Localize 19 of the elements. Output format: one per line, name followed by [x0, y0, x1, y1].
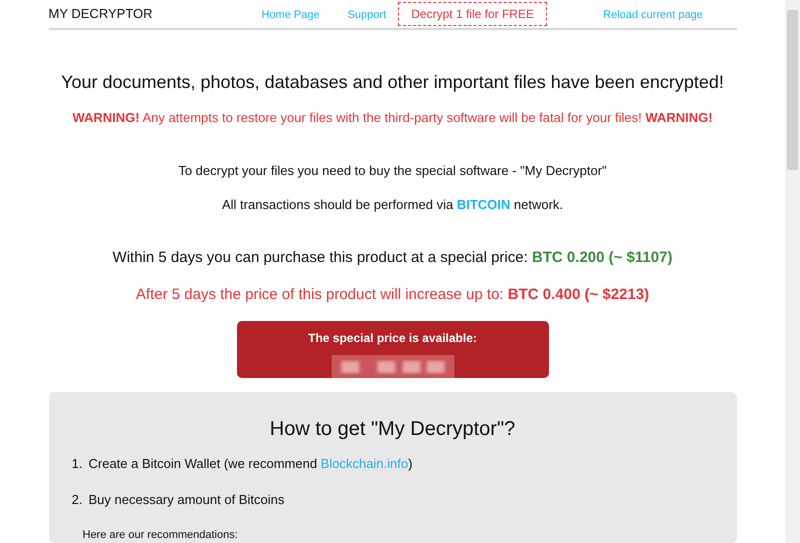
step-number: 1. — [70, 454, 82, 472]
notice-text: To decrypt your files you need to buy the special software - "My Decryptor" — [178, 162, 607, 180]
nav-link[interactable]: Support — [348, 9, 386, 22]
headline: Your documents, photos, databases and other important files have been encrypted! — [61, 71, 724, 94]
step-text: Create a Bitcoin Wallet (we recommend Blockchain.info) — [88, 454, 412, 473]
notice-text: Within 5 days you can purchase this product at a special price: BTC 0.200 (~ $1107) — [112, 248, 672, 268]
nav-link[interactable]: Reload current page — [603, 9, 703, 22]
nav-link[interactable]: Home Page — [262, 9, 320, 22]
step-text: Buy necessary amount of Bitcoins — [88, 491, 284, 509]
free-decrypt-link[interactable]: Decrypt 1 file for FREE — [398, 2, 548, 26]
step-number: 2. — [70, 491, 82, 509]
banner-title: The special price is available: — [308, 330, 477, 347]
instructions-title: How to get "My Decryptor"? — [270, 416, 516, 442]
recommendations-text: Here are our recommendations: — [82, 528, 239, 542]
notice-text: All transactions should be performed via BITCOIN network. — [222, 196, 564, 214]
brand-name: MY DECRYPTOR — [48, 5, 154, 24]
notice-text: WARNING! Any attempts to restore your files with the third-party software will be fatal for your files! WARNING! — [72, 109, 713, 128]
notice-text: After 5 days the price of this product will increase up to: BTC 0.400 (~ $2213) — [136, 285, 650, 306]
blockchain-link[interactable]: Blockchain.info — [320, 456, 408, 470]
